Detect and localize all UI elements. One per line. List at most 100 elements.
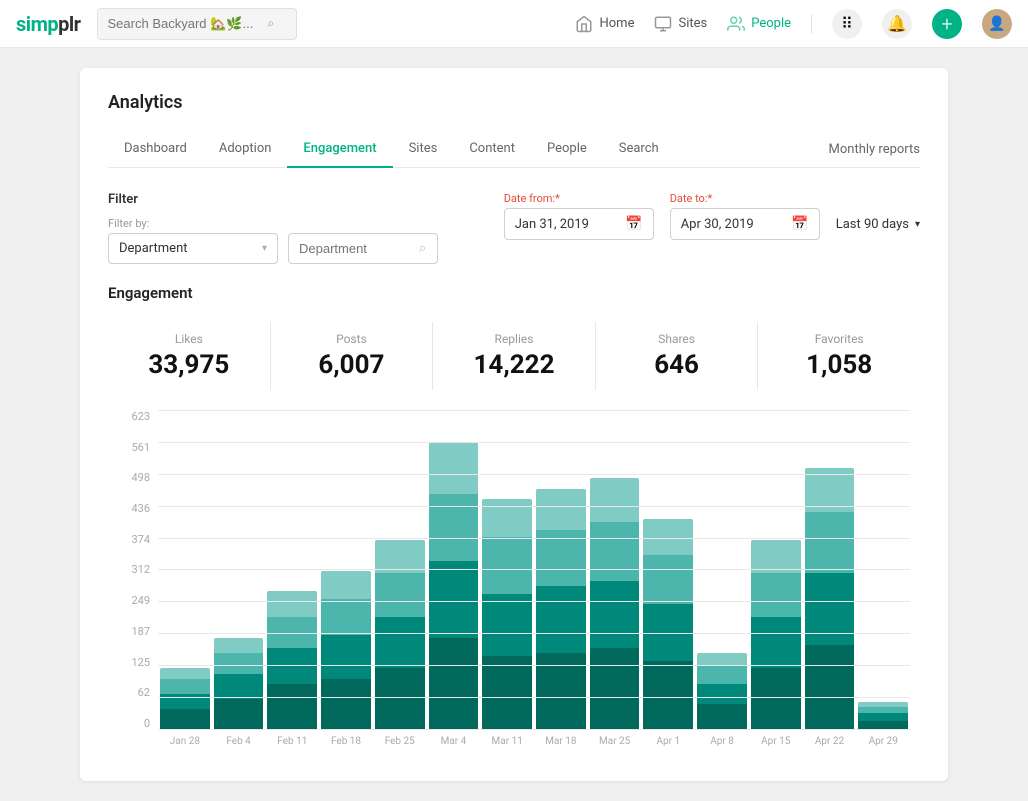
bar-stack — [643, 519, 693, 730]
avatar[interactable]: 👤 — [982, 9, 1012, 39]
y-axis-label: 561 — [131, 441, 150, 454]
bar-segment — [267, 617, 317, 648]
bar-group[interactable] — [590, 478, 640, 730]
bar-group[interactable] — [375, 540, 425, 730]
nav-items: Home Sites People ⠿ 🔔 + 👤 — [575, 9, 1012, 39]
main-content: Analytics Dashboard Adoption Engagement … — [0, 48, 1028, 801]
bar-group[interactable] — [643, 519, 693, 730]
date-from-input[interactable]: Jan 31, 2019 📅 — [504, 208, 654, 240]
department-input[interactable] — [299, 241, 419, 256]
bar-segment — [267, 648, 317, 684]
stat-likes-value: 33,975 — [108, 350, 270, 380]
filter-by-label: Filter by: — [108, 217, 278, 230]
logo: simpplr — [16, 12, 81, 36]
tab-engagement[interactable]: Engagement — [287, 131, 392, 168]
tab-search[interactable]: Search — [603, 131, 675, 168]
bar-stack — [805, 468, 855, 730]
date-range-label: Last 90 days — [836, 217, 909, 232]
bar-segment — [429, 638, 479, 730]
bar-segment — [536, 530, 586, 587]
search-icon: ⌕ — [419, 241, 426, 256]
bar-stack — [429, 442, 479, 730]
bar-stack — [267, 591, 317, 730]
y-axis-label: 498 — [131, 471, 150, 484]
tab-content[interactable]: Content — [453, 131, 531, 168]
bar-group[interactable] — [214, 638, 264, 730]
bar-group[interactable] — [321, 571, 371, 730]
bar-group[interactable] — [160, 668, 210, 730]
bar-segment — [805, 645, 855, 730]
x-axis-label: Feb 4 — [214, 736, 264, 747]
analytics-card: Analytics Dashboard Adoption Engagement … — [80, 68, 948, 781]
bar-segment — [751, 617, 801, 668]
bar-group[interactable] — [267, 591, 317, 730]
bar-group[interactable] — [751, 540, 801, 730]
bar-segment — [214, 653, 264, 674]
department-search[interactable]: ⌕ — [288, 233, 438, 264]
date-to-label: Date to:* — [670, 192, 820, 205]
y-axis-label: 125 — [131, 656, 150, 669]
stat-posts: Posts 6,007 — [271, 322, 434, 390]
calendar-icon-2: 📅 — [791, 216, 808, 232]
y-axis-label: 436 — [131, 502, 150, 515]
monthly-reports-button[interactable]: Monthly reports — [829, 142, 920, 157]
apps-button[interactable]: ⠿ — [832, 9, 862, 39]
tab-dashboard[interactable]: Dashboard — [108, 131, 203, 168]
search-icon: ⌕ — [268, 16, 275, 31]
bar-segment — [590, 648, 640, 730]
bar-segment — [805, 512, 855, 574]
bar-segment — [697, 684, 747, 705]
nav-home[interactable]: Home — [575, 15, 634, 33]
x-axis-label: Mar 4 — [429, 736, 479, 747]
date-to-wrap: Date to:* Apr 30, 2019 📅 — [670, 192, 820, 240]
tab-people[interactable]: People — [531, 131, 603, 168]
bars-row — [158, 410, 910, 730]
bar-segment — [160, 679, 210, 694]
chevron-down-icon-2: ▾ — [915, 219, 920, 230]
x-axis: Jan 28Feb 4Feb 11Feb 18Feb 25Mar 4Mar 11… — [158, 730, 910, 747]
bar-segment — [751, 668, 801, 730]
stat-favorites-value: 1,058 — [758, 350, 920, 380]
y-axis-label: 0 — [144, 717, 150, 730]
date-to-input[interactable]: Apr 30, 2019 📅 — [670, 208, 820, 240]
stat-shares-value: 646 — [596, 350, 758, 380]
search-input[interactable] — [108, 16, 268, 31]
bar-segment — [536, 489, 586, 530]
y-axis-label: 312 — [131, 563, 150, 576]
add-button[interactable]: + — [932, 9, 962, 39]
bar-segment — [697, 653, 747, 666]
bar-segment — [643, 661, 693, 730]
filter-by-select[interactable]: Department ▾ — [108, 233, 278, 264]
notifications-button[interactable]: 🔔 — [882, 9, 912, 39]
bar-segment — [321, 679, 371, 730]
bar-segment — [214, 674, 264, 700]
bar-group[interactable] — [536, 489, 586, 730]
bar-group[interactable] — [697, 653, 747, 730]
date-range-button[interactable]: Last 90 days ▾ — [836, 217, 920, 232]
calendar-icon: 📅 — [625, 216, 642, 232]
bar-stack — [321, 571, 371, 730]
tab-adoption[interactable]: Adoption — [203, 131, 288, 168]
bar-segment — [375, 668, 425, 730]
bar-group[interactable] — [805, 468, 855, 730]
engagement-section-title: Engagement — [108, 284, 920, 302]
stat-likes-label: Likes — [108, 332, 270, 346]
bar-group[interactable] — [482, 499, 532, 730]
x-axis-label: Apr 22 — [805, 736, 855, 747]
bar-segment — [590, 581, 640, 648]
tab-sites[interactable]: Sites — [393, 131, 454, 168]
bar-segment — [267, 684, 317, 730]
nav-sites[interactable]: Sites — [654, 15, 707, 33]
bar-segment — [321, 599, 371, 635]
bar-segment — [482, 499, 532, 538]
bar-group[interactable] — [429, 442, 479, 730]
y-axis-label: 374 — [131, 533, 150, 546]
y-axis-label: 62 — [138, 686, 150, 699]
bar-segment — [858, 721, 908, 730]
search-bar[interactable]: ⌕ — [97, 8, 297, 40]
bar-stack — [214, 638, 264, 730]
nav-people[interactable]: People — [727, 15, 791, 33]
bar-segment — [590, 478, 640, 522]
bar-group[interactable] — [858, 702, 908, 730]
bar-segment — [321, 571, 371, 599]
